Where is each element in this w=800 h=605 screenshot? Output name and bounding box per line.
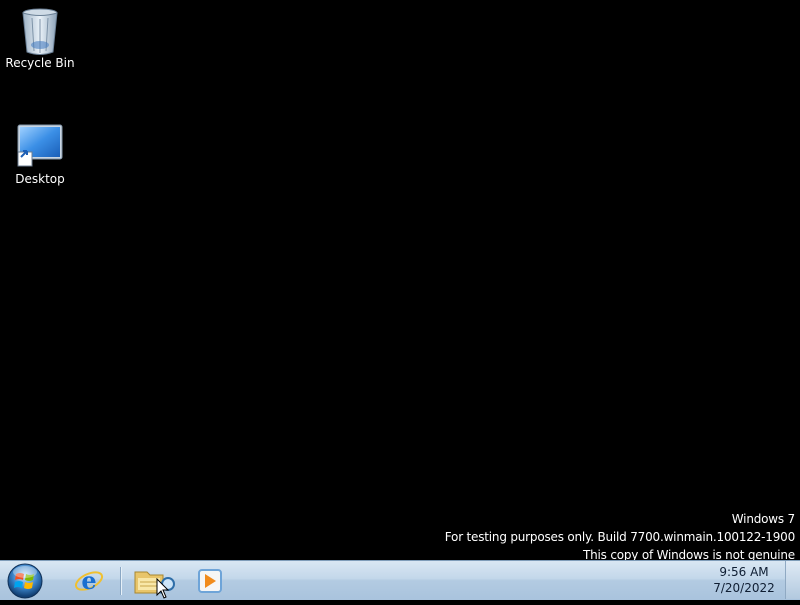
taskbar-separator xyxy=(120,567,122,595)
taskbar: e 9:56 AM 7/20/2022 xyxy=(0,560,800,600)
windows-orb-icon xyxy=(7,563,43,599)
watermark-build: For testing purposes only. Build 7700.wi… xyxy=(444,530,795,544)
desktop-shortcut-label: Desktop xyxy=(15,172,65,186)
clock-time: 9:56 AM xyxy=(719,565,769,579)
svg-text:e: e xyxy=(81,566,96,595)
taskbar-internet-explorer[interactable]: e xyxy=(66,563,112,598)
show-desktop-button[interactable] xyxy=(785,561,800,599)
clock-date: 7/20/2022 xyxy=(713,581,775,595)
recycle-bin-label: Recycle Bin xyxy=(5,56,75,70)
media-player-icon xyxy=(198,569,222,593)
system-clock[interactable]: 9:56 AM 7/20/2022 xyxy=(704,564,784,596)
watermark-os-name: Windows 7 xyxy=(731,512,795,526)
recycle-bin-icon xyxy=(16,6,64,55)
windows-explorer-icon xyxy=(134,571,175,594)
recycle-bin-shortcut[interactable]: Recycle Bin xyxy=(0,6,80,70)
mouse-cursor-icon xyxy=(156,578,170,599)
desktop-shortcut[interactable]: Desktop xyxy=(0,122,80,186)
desktop-shortcut-icon xyxy=(16,122,64,170)
desktop-background[interactable]: Recycle Bin Desktop Windows 7 For testin… xyxy=(0,0,800,562)
start-button[interactable] xyxy=(5,561,45,601)
taskbar-media-player[interactable] xyxy=(186,563,232,598)
internet-explorer-icon: e xyxy=(74,566,104,595)
windows-watermark: Windows 7 For testing purposes only. Bui… xyxy=(445,510,795,564)
